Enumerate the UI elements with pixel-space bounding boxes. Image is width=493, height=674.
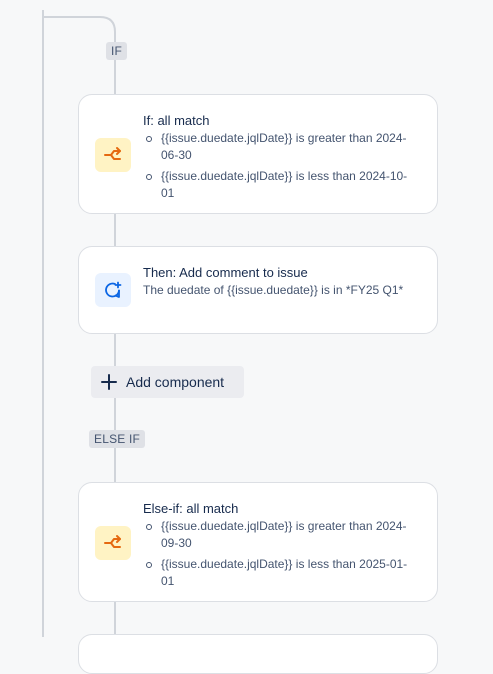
- condition-item: {{issue.duedate.jqlDate}} is greater tha…: [143, 130, 415, 164]
- then-card-title: Then: Add comment to issue: [143, 265, 308, 280]
- else-if-badge: ELSE IF: [89, 430, 146, 448]
- outer-flow-line: [42, 10, 44, 637]
- condition-item: {{issue.duedate.jqlDate}} is less than 2…: [143, 168, 415, 202]
- next-card-partial[interactable]: [78, 634, 438, 674]
- add-comment-icon: [95, 273, 131, 307]
- else-if-card-conditions: {{issue.duedate.jqlDate}} is greater tha…: [143, 518, 415, 594]
- condition-item: {{issue.duedate.jqlDate}} is less than 2…: [143, 556, 415, 590]
- branch-icon: [95, 526, 131, 560]
- add-component-label: Add component: [126, 374, 225, 390]
- then-action-card[interactable]: Then: Add comment to issue The duedate o…: [78, 246, 438, 334]
- if-card-conditions: {{issue.duedate.jqlDate}} is greater tha…: [143, 130, 415, 206]
- else-if-condition-card[interactable]: Else-if: all match {{issue.duedate.jqlDa…: [78, 482, 438, 602]
- if-card-title: If: all match: [143, 113, 210, 128]
- else-if-card-title: Else-if: all match: [143, 501, 239, 516]
- if-badge: IF: [106, 42, 128, 60]
- plus-icon: [101, 374, 117, 390]
- then-card-description: The duedate of {{issue.duedate}} is in *…: [143, 283, 404, 297]
- condition-item: {{issue.duedate.jqlDate}} is greater tha…: [143, 518, 415, 552]
- add-component-button[interactable]: Add component: [91, 366, 244, 398]
- if-condition-card[interactable]: If: all match {{issue.duedate.jqlDate}} …: [78, 94, 438, 214]
- branch-icon: [95, 138, 131, 172]
